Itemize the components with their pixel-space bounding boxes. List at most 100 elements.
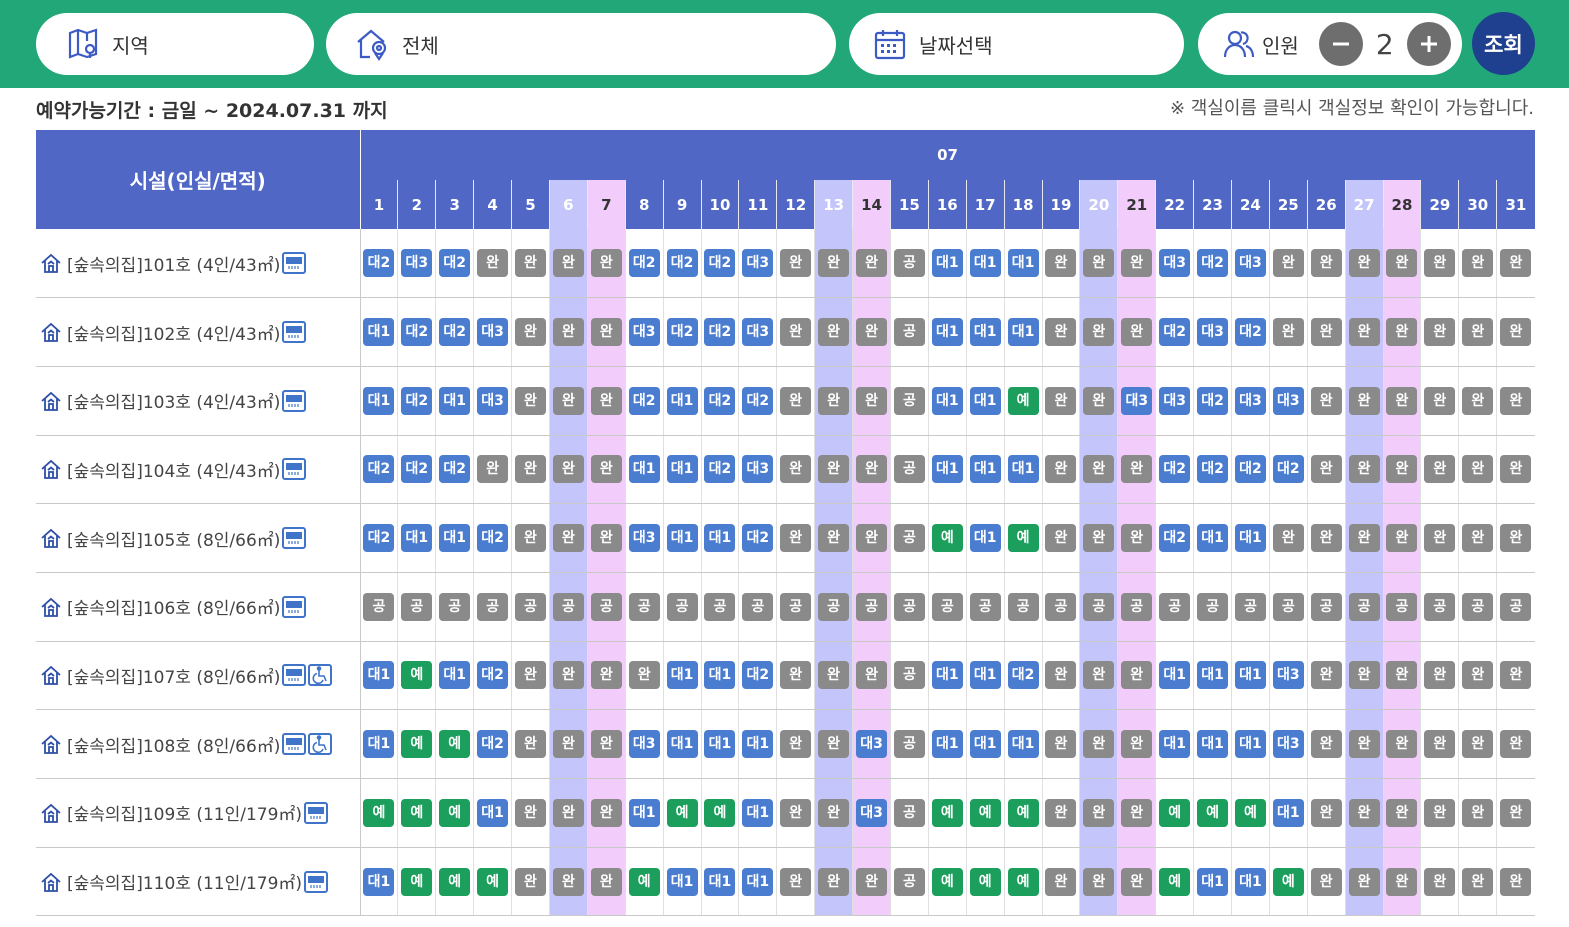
status-badge[interactable]: 완	[1045, 524, 1077, 553]
status-badge[interactable]: 대1	[363, 661, 395, 690]
status-badge[interactable]: 대1	[666, 386, 698, 415]
status-badge[interactable]: 대2	[1197, 386, 1229, 415]
status-badge[interactable]: 대1	[742, 867, 774, 896]
status-badge[interactable]: 대1	[439, 386, 471, 415]
increase-people-button[interactable]	[1406, 22, 1451, 66]
status-badge[interactable]: 완	[1462, 798, 1494, 827]
status-badge[interactable]: 대1	[704, 730, 736, 759]
status-badge[interactable]: 대2	[401, 386, 433, 415]
status-badge[interactable]: 완	[590, 661, 622, 690]
status-badge[interactable]: 완	[1121, 867, 1153, 896]
status-badge[interactable]: 완	[1121, 661, 1153, 690]
status-badge[interactable]: 완	[1310, 798, 1342, 827]
status-badge[interactable]: 완	[1083, 524, 1115, 553]
status-badge[interactable]: 공	[1424, 592, 1456, 621]
status-badge[interactable]: 완	[590, 386, 622, 415]
status-badge[interactable]: 완	[818, 867, 850, 896]
status-badge[interactable]: 완	[818, 455, 850, 484]
status-badge[interactable]: 예	[401, 867, 433, 896]
date-selector[interactable]: 날짜선택	[849, 13, 1184, 75]
status-badge[interactable]: 완	[590, 455, 622, 484]
status-badge[interactable]: 완	[1386, 318, 1418, 347]
status-badge[interactable]: 완	[1500, 455, 1532, 484]
status-badge[interactable]: 예	[439, 798, 471, 827]
status-badge[interactable]: 완	[515, 455, 546, 484]
status-badge[interactable]: 대2	[628, 249, 660, 278]
status-badge[interactable]: 대2	[1234, 318, 1266, 347]
status-badge[interactable]: 대1	[969, 730, 1001, 759]
status-badge[interactable]: 완	[515, 867, 546, 896]
status-badge[interactable]: 공	[893, 798, 925, 827]
status-badge[interactable]: 완	[1083, 730, 1115, 759]
status-badge[interactable]: 대2	[628, 386, 660, 415]
status-badge[interactable]: 대3	[742, 249, 774, 278]
status-badge[interactable]: 대1	[1197, 524, 1229, 553]
status-badge[interactable]: 공	[893, 455, 925, 484]
status-badge[interactable]: 완	[1386, 730, 1418, 759]
status-badge[interactable]: 대2	[401, 455, 433, 484]
status-badge[interactable]: 완	[1424, 524, 1456, 553]
status-badge[interactable]: 완	[818, 318, 850, 347]
status-badge[interactable]: 공	[401, 592, 433, 621]
status-badge[interactable]: 공	[439, 592, 471, 621]
status-badge[interactable]: 공	[1197, 592, 1229, 621]
status-badge[interactable]: 완	[1386, 455, 1418, 484]
status-badge[interactable]: 완	[856, 661, 888, 690]
room-name[interactable]: [숲속의집]106호 (8인/66㎡)	[67, 594, 280, 619]
status-badge[interactable]: 완	[1348, 867, 1380, 896]
status-badge[interactable]: 대3	[628, 730, 660, 759]
status-badge[interactable]: 예	[1007, 867, 1039, 896]
status-badge[interactable]: 완	[780, 455, 812, 484]
status-badge[interactable]: 공	[893, 524, 925, 553]
status-badge[interactable]: 예	[704, 798, 736, 827]
status-badge[interactable]: 완	[1348, 661, 1380, 690]
room-name-cell[interactable]: [숲속의집]105호 (8인/66㎡)	[36, 503, 361, 573]
room-name-cell[interactable]: [숲속의집]108호 (8인/66㎡)	[36, 709, 361, 779]
status-badge[interactable]: 대1	[439, 524, 471, 553]
status-badge[interactable]: 완	[1121, 318, 1153, 347]
status-badge[interactable]: 공	[893, 867, 925, 896]
status-badge[interactable]: 공	[590, 592, 622, 621]
status-badge[interactable]: 완	[590, 524, 622, 553]
status-badge[interactable]: 예	[1007, 798, 1039, 827]
status-badge[interactable]: 완	[515, 318, 546, 347]
room-name-cell[interactable]: [숲속의집]103호 (4인/43㎡)	[36, 366, 361, 436]
status-badge[interactable]: 대1	[628, 455, 660, 484]
status-badge[interactable]: 대3	[856, 730, 888, 759]
status-badge[interactable]: 완	[1121, 249, 1153, 278]
status-badge[interactable]: 완	[1500, 730, 1532, 759]
status-badge[interactable]: 대1	[363, 318, 395, 347]
status-badge[interactable]: 대1	[931, 455, 963, 484]
status-badge[interactable]: 공	[969, 592, 1001, 621]
status-badge[interactable]: 완	[780, 867, 812, 896]
status-badge[interactable]: 대3	[401, 249, 433, 278]
room-name-cell[interactable]: [숲속의집]101호 (4인/43㎡)	[36, 229, 361, 299]
status-badge[interactable]: 완	[1083, 318, 1115, 347]
status-badge[interactable]: 공	[1386, 592, 1418, 621]
status-badge[interactable]: 대1	[704, 524, 736, 553]
status-badge[interactable]: 공	[1462, 592, 1494, 621]
status-badge[interactable]: 완	[1500, 318, 1532, 347]
status-badge[interactable]: 완	[856, 386, 888, 415]
status-badge[interactable]: 완	[552, 730, 584, 759]
status-badge[interactable]: 예	[931, 798, 963, 827]
status-badge[interactable]: 대2	[666, 318, 698, 347]
status-badge[interactable]: 완	[1500, 798, 1532, 827]
status-badge[interactable]: 완	[552, 386, 584, 415]
status-badge[interactable]: 공	[1500, 592, 1532, 621]
status-badge[interactable]: 완	[1310, 867, 1342, 896]
status-badge[interactable]: 대1	[969, 524, 1001, 553]
room-name[interactable]: [숲속의집]103호 (4인/43㎡)	[67, 388, 280, 413]
status-badge[interactable]: 예	[1272, 867, 1304, 896]
search-button[interactable]: 조회	[1472, 12, 1535, 75]
status-badge[interactable]: 완	[1083, 798, 1115, 827]
status-badge[interactable]: 공	[893, 661, 925, 690]
status-badge[interactable]: 공	[628, 592, 660, 621]
status-badge[interactable]: 공	[552, 592, 584, 621]
status-badge[interactable]: 완	[1310, 455, 1342, 484]
status-badge[interactable]: 대2	[1159, 524, 1191, 553]
status-badge[interactable]: 예	[401, 798, 433, 827]
status-badge[interactable]: 대1	[742, 798, 774, 827]
status-badge[interactable]: 완	[1462, 318, 1494, 347]
status-badge[interactable]: 대3	[628, 318, 660, 347]
